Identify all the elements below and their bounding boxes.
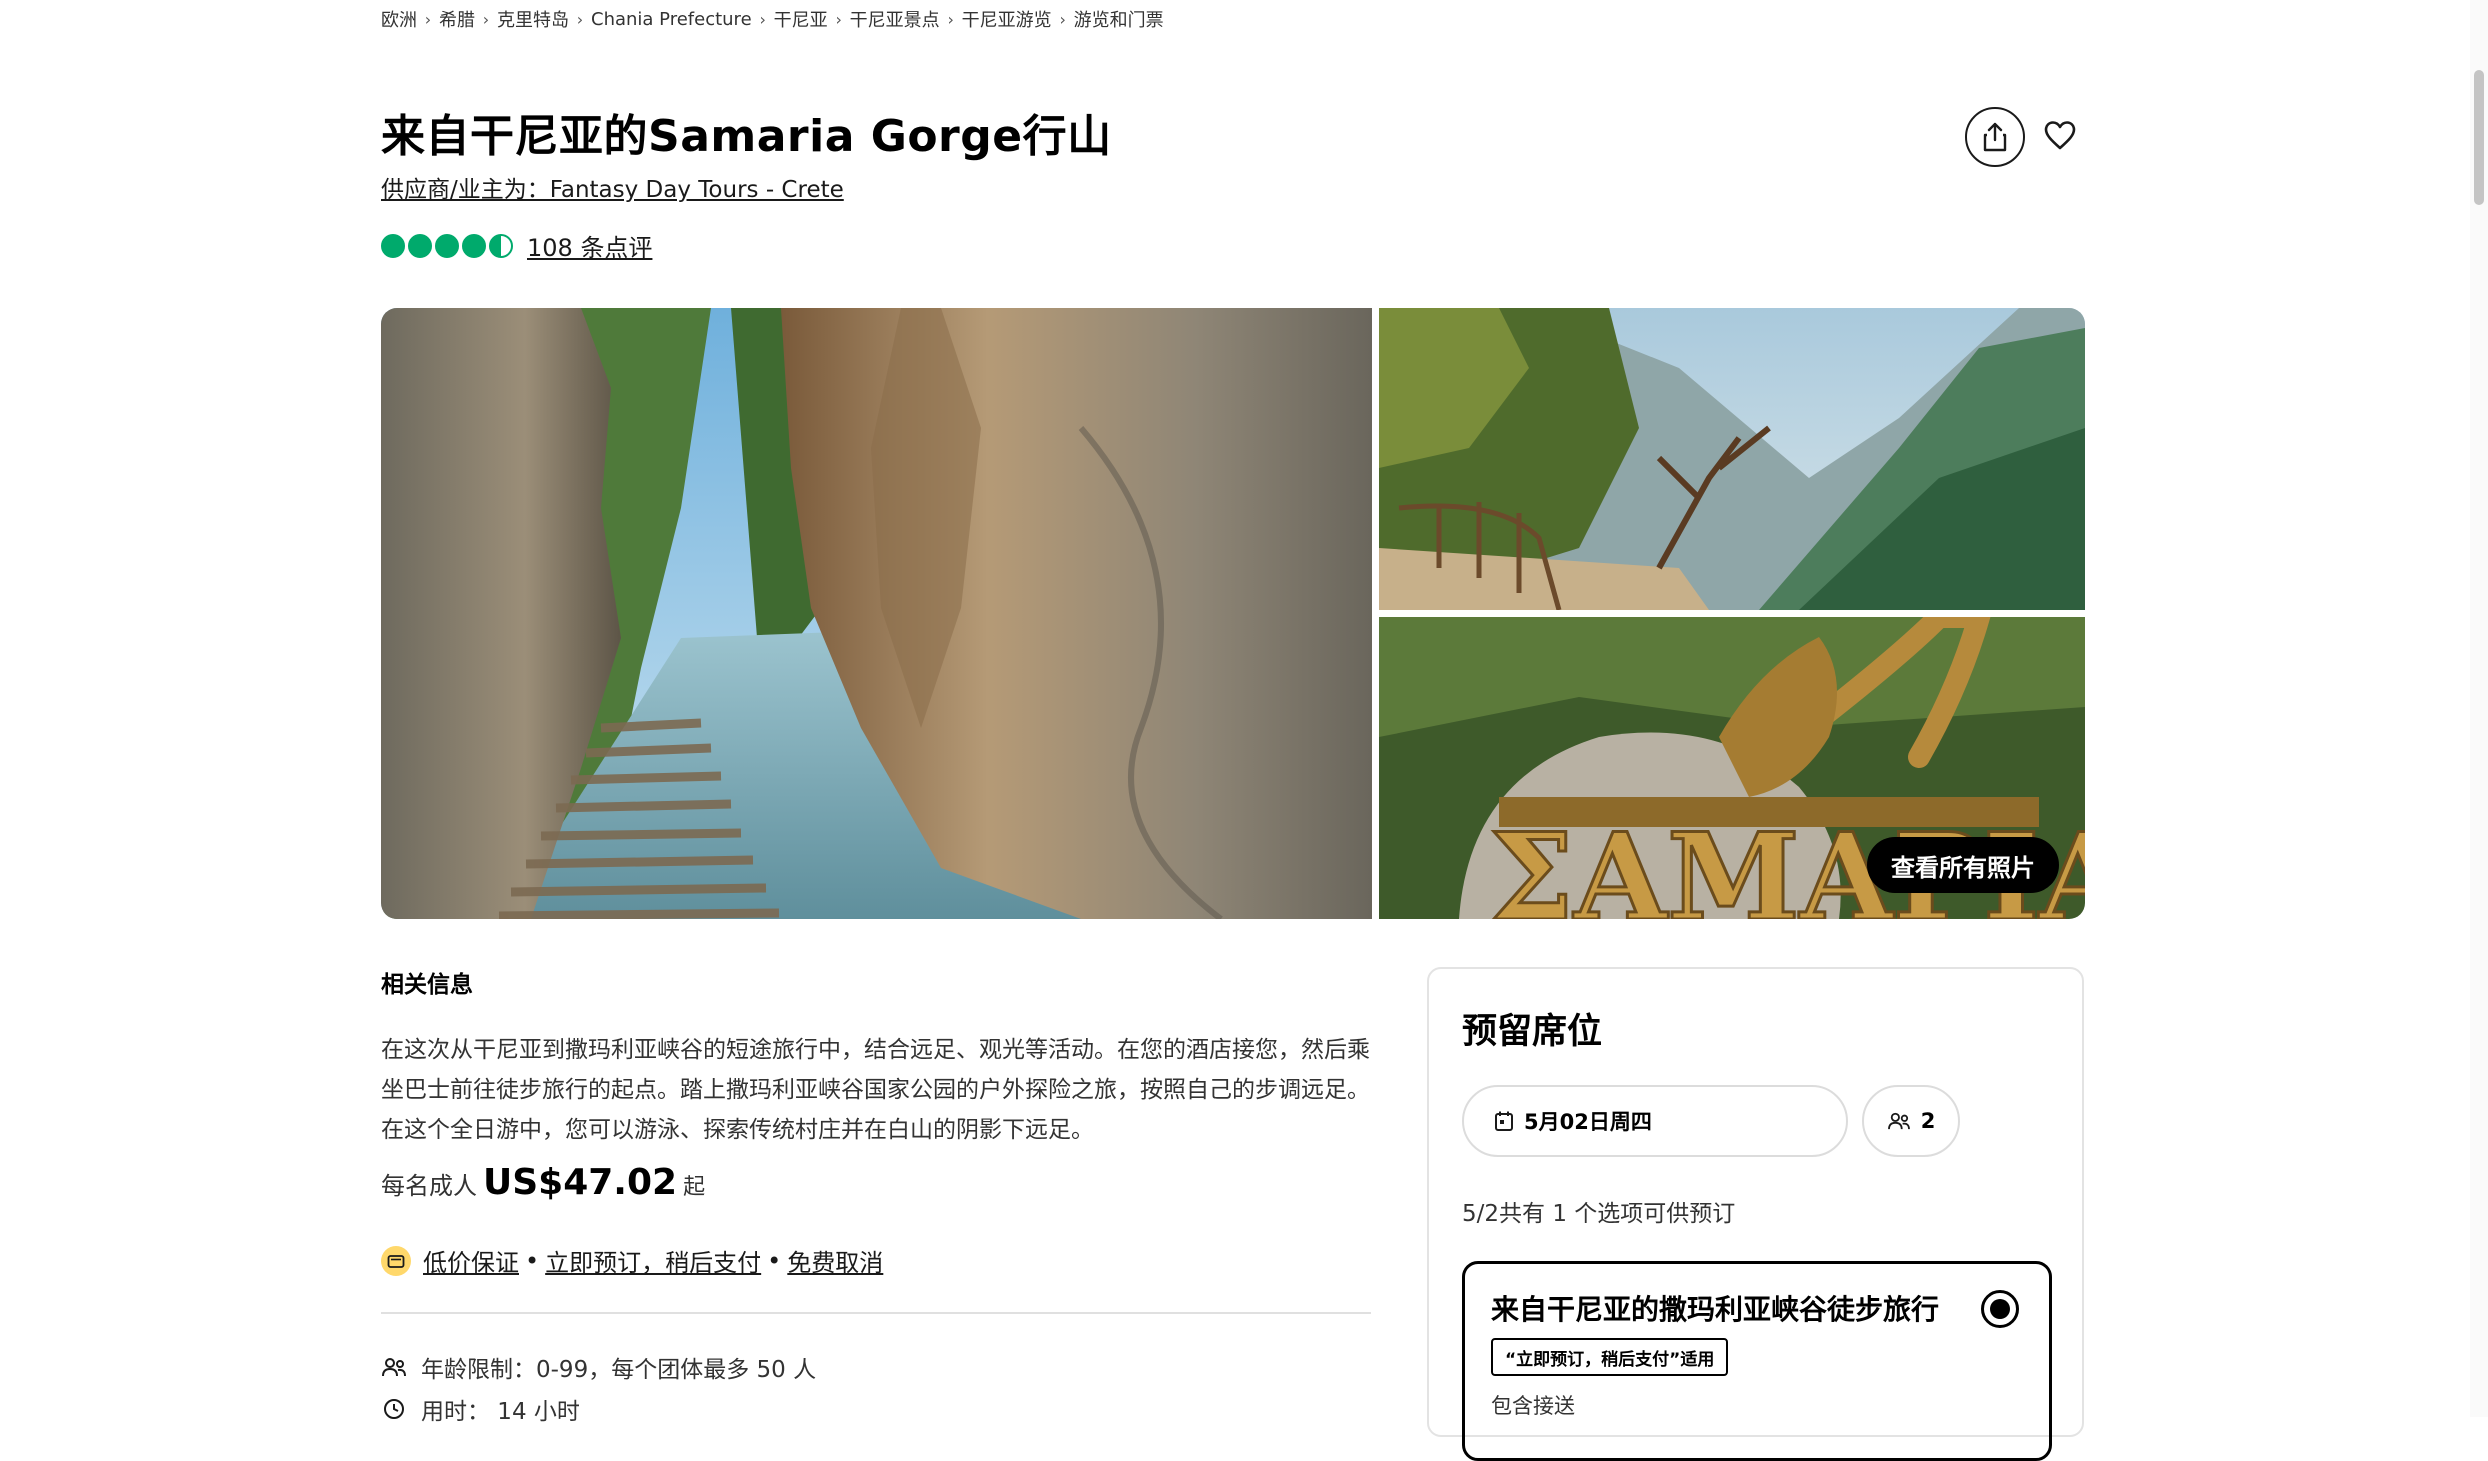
rating-bubble-icon (462, 233, 486, 258)
price-suffix: 起 (683, 1175, 706, 1200)
booking-title: 预留席位 (1462, 1012, 1603, 1052)
price-row: 每名成人 US$47.02 起 (381, 1162, 705, 1203)
calendar-icon (1494, 1110, 1514, 1132)
gallery-photo-sign[interactable]: ΣΑΜΑΡΙΑ 查看所有照片 (1379, 617, 2085, 919)
rating-bubbles (381, 233, 513, 258)
perk-low-price-link[interactable]: 低价保证 (423, 1243, 519, 1278)
breadcrumb-item[interactable]: Chania Prefecture (591, 9, 752, 30)
gallery-photo-gorge[interactable] (381, 308, 1372, 919)
reviews-link[interactable]: 108 条点评 (527, 228, 652, 263)
price-value: US$47.02 (483, 1162, 678, 1203)
chevron-right-icon: › (759, 9, 766, 29)
selected-date: 5月02日周四 (1524, 1110, 1652, 1134)
booking-card: 预留席位 5月02日周四 2 5/2共有 1 个选项可供预订 来自干尼亚的撒玛利… (1427, 967, 2084, 1461)
page-title: 来自干尼亚的Samaria Gorge行山 (381, 111, 1112, 162)
fact-duration-text: 用时： 14 小时 (421, 1399, 580, 1425)
option-title: 来自干尼亚的撒玛利亚峡谷徒步旅行 (1491, 1293, 1940, 1326)
chevron-right-icon: › (576, 9, 584, 29)
share-icon (1983, 122, 2007, 152)
option-pickup-text: 包含接送 (1491, 1394, 1575, 1418)
date-picker-button[interactable]: 5月02日周四 (1462, 1085, 1848, 1157)
perks-row: 低价保证 • 立即预订，稍后支付 • 免费取消 (381, 1243, 883, 1278)
gallery-photo-mountains[interactable] (1379, 308, 2085, 610)
gorge-photo-image (381, 308, 1372, 919)
breadcrumb-item[interactable]: 干尼亚 (774, 6, 828, 32)
chevron-right-icon: › (947, 9, 954, 29)
divider (381, 1312, 1371, 1314)
price-prefix: 每名成人 (381, 1172, 477, 1200)
breadcrumb-item[interactable]: 克里特岛 (497, 6, 569, 32)
perk-reserve-now-link[interactable]: 立即预订，稍后支付 (545, 1243, 761, 1278)
rating-bubble-icon (381, 233, 405, 258)
perk-separator: • (767, 1246, 782, 1275)
breadcrumb-item[interactable]: 希腊 (439, 6, 475, 32)
save-button[interactable] (2035, 107, 2085, 163)
section-title-info: 相关信息 (381, 972, 473, 998)
breadcrumb: 欧洲 › 希腊 › 克里特岛 › Chania Prefecture › 干尼亚 › 干尼… (381, 4, 1164, 34)
chevron-right-icon: › (482, 9, 490, 29)
view-all-photos-button[interactable]: 查看所有照片 (1867, 837, 2059, 893)
breadcrumb-item[interactable]: 干尼亚景点 (850, 6, 940, 32)
fact-age-limit: 年龄限制：0-99，每个团体最多 50 人 (381, 1350, 816, 1384)
availability-text: 5/2共有 1 个选项可供预订 (1462, 1201, 1736, 1227)
photo-gallery: ΣΑΜΑΡΙΑ 查看所有照片 (381, 308, 2085, 919)
group-icon (381, 1354, 407, 1380)
clock-icon (381, 1396, 407, 1422)
group-icon (1887, 1111, 1911, 1131)
chevron-right-icon: › (424, 9, 432, 29)
guest-count-button[interactable]: 2 (1862, 1085, 1960, 1157)
breadcrumb-item[interactable]: 干尼亚游览 (962, 6, 1052, 32)
breadcrumb-item[interactable]: 欧洲 (381, 6, 417, 32)
reserve-now-badge: “立即预订，稍后支付”适用 (1491, 1338, 1729, 1376)
perk-free-cancel-link[interactable]: 免费取消 (787, 1243, 883, 1278)
heart-icon (2044, 121, 2076, 150)
guest-count: 2 (1920, 1109, 1936, 1133)
fact-duration: 用时： 14 小时 (381, 1392, 580, 1426)
supplier-link[interactable]: 供应商/业主为：Fantasy Day Tours - Crete (381, 170, 844, 204)
rating-bubble-icon (408, 233, 432, 258)
rating-bubble-icon (435, 233, 459, 258)
wallet-icon (381, 1245, 411, 1276)
rating: 108 条点评 (381, 228, 652, 263)
share-button[interactable] (1965, 107, 2025, 167)
page-scrollbar[interactable] (2470, 0, 2488, 1417)
mountains-photo-image (1379, 308, 2085, 610)
rating-half-bubble-icon (489, 233, 513, 258)
radio-selected-dot (1990, 1299, 2010, 1319)
chevron-right-icon: › (835, 9, 842, 29)
tour-description: 在这次从干尼亚到撒玛利亚峡谷的短途旅行中，结合远足、观光等活动。在您的酒店接您，… (381, 1037, 1370, 1143)
chevron-right-icon: › (1059, 9, 1066, 29)
scrollbar-thumb[interactable] (2474, 70, 2484, 205)
tour-option-card[interactable]: 来自干尼亚的撒玛利亚峡谷徒步旅行 “立即预订，稍后支付”适用 包含接送 (1462, 1261, 2052, 1461)
perk-separator: • (525, 1246, 540, 1275)
fact-age-text: 年龄限制：0-99，每个团体最多 50 人 (421, 1357, 817, 1383)
breadcrumb-item[interactable]: 游览和门票 (1074, 6, 1164, 32)
option-radio[interactable] (1981, 1290, 2019, 1328)
